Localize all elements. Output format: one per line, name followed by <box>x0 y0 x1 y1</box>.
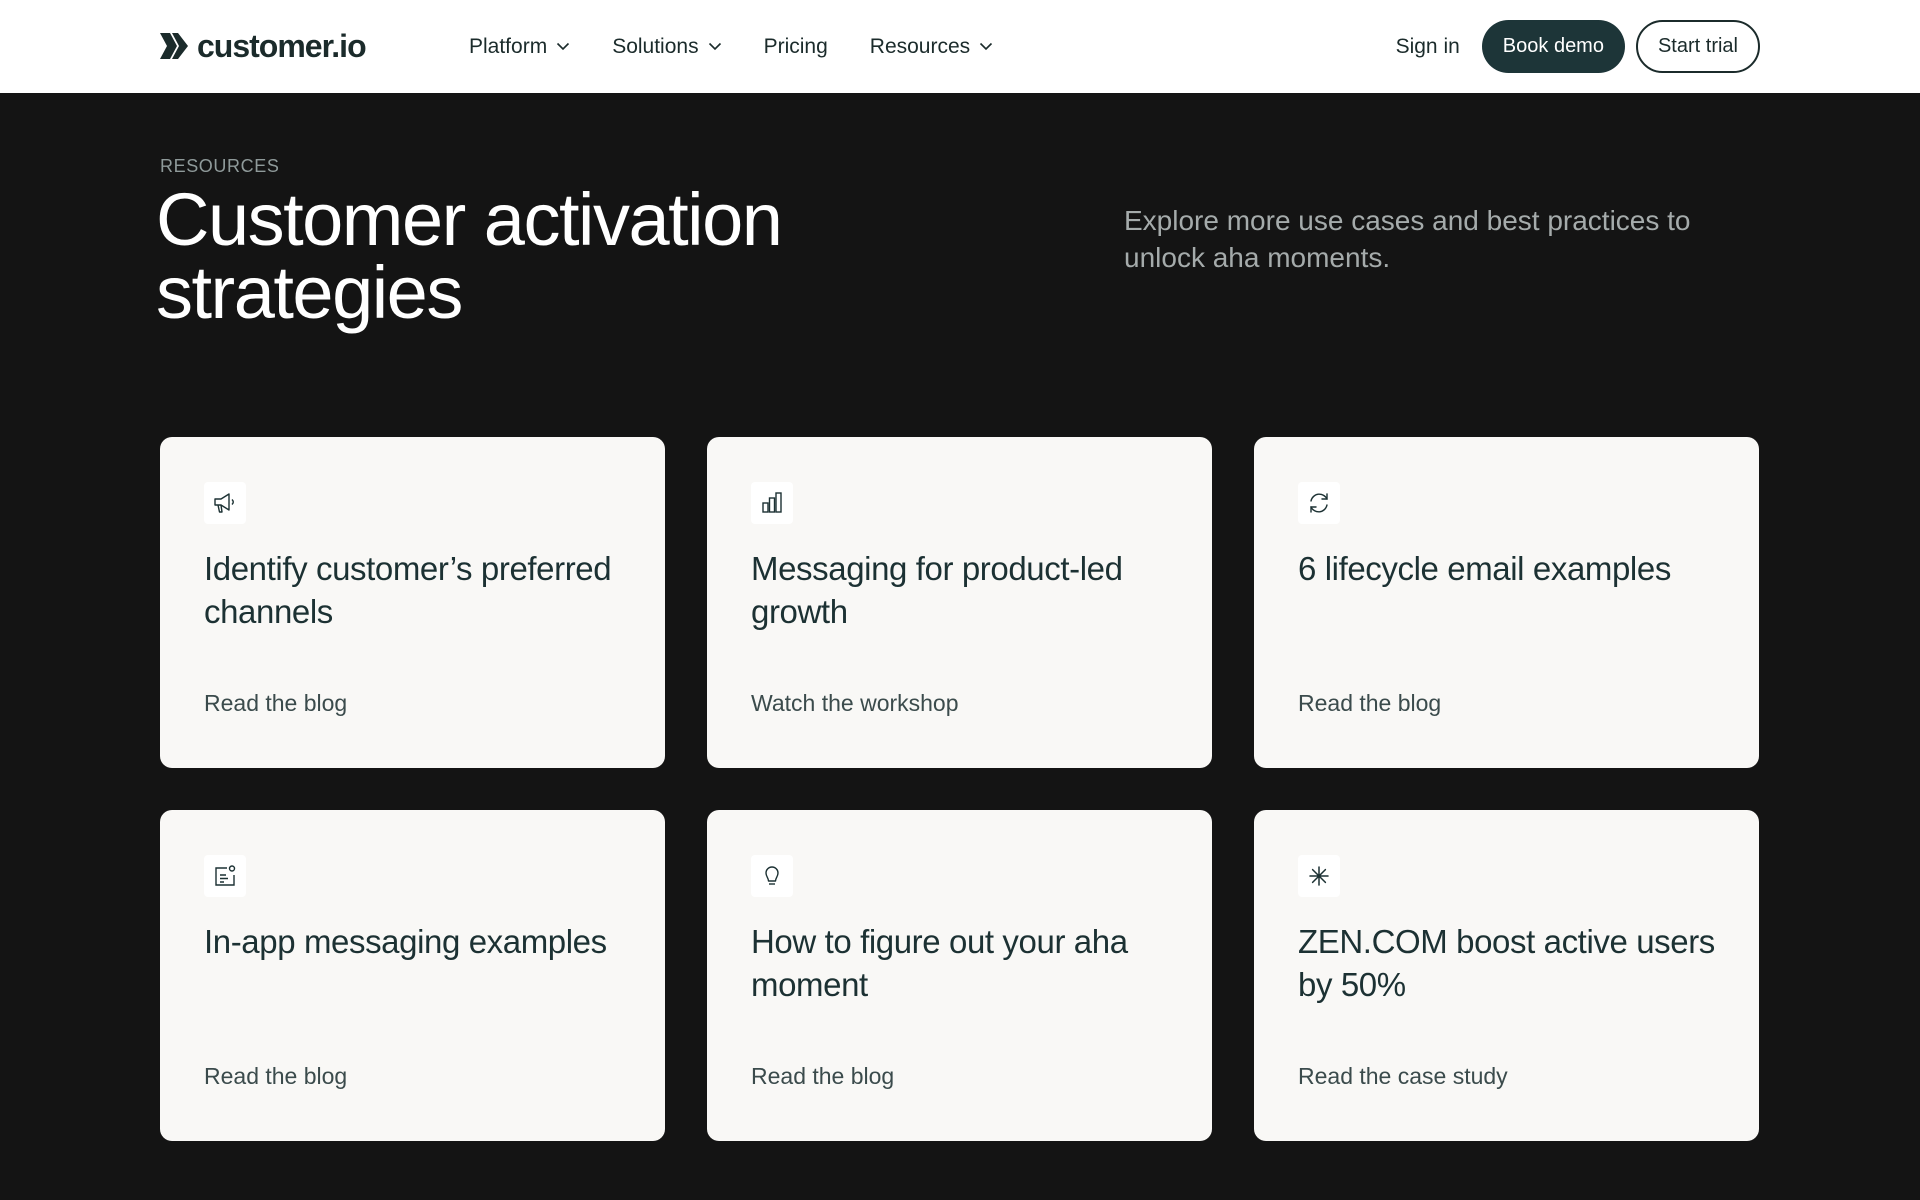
resource-card[interactable]: In-app messaging examples Read the blog <box>160 810 665 1141</box>
card-title: In-app messaging examples <box>204 923 607 960</box>
card-title: How to figure out your aha moment <box>751 923 1128 1003</box>
main-nav: Platform Solutions Pricing Resources <box>469 0 1035 93</box>
card-title: Messaging for product-led growth <box>751 550 1123 630</box>
nav-pricing-label: Pricing <box>763 34 828 58</box>
resource-cards: Identify customer’s preferred channels R… <box>160 437 1760 1141</box>
logo-mark-icon <box>160 33 188 59</box>
card-link[interactable]: Read the blog <box>204 690 347 717</box>
page-subtitle: Explore more use cases and best practice… <box>1124 205 1691 273</box>
header-actions: Sign in Book demo Start trial <box>1396 20 1760 73</box>
bar-chart-icon <box>751 482 793 524</box>
chevron-down-icon <box>980 42 993 51</box>
page-title-line-1: Customer activation <box>156 178 783 261</box>
card-title: ZEN.COM boost active users by 50% <box>1298 923 1715 1003</box>
page-title: Customer activation strategies <box>156 183 1056 330</box>
card-title: Identify customer’s preferred channels <box>204 550 612 630</box>
card-link[interactable]: Read the blog <box>204 1063 347 1090</box>
resource-card[interactable]: ZEN.COM boost active users by 50% Read t… <box>1254 810 1759 1141</box>
start-trial-button[interactable]: Start trial <box>1635 20 1760 73</box>
nav-platform-label: Platform <box>469 34 548 58</box>
page-title-line-2: strategies <box>156 251 463 334</box>
nav-solutions[interactable]: Solutions <box>612 35 721 59</box>
nav-platform[interactable]: Platform <box>469 35 570 59</box>
card-link[interactable]: Read the blog <box>751 1063 894 1090</box>
chevron-down-icon <box>557 42 570 51</box>
in-app-message-icon <box>204 855 246 897</box>
lightbulb-icon <box>751 855 793 897</box>
book-demo-button[interactable]: Book demo <box>1481 20 1625 73</box>
logo-text: customer.io <box>197 27 367 64</box>
site-header: customer.io Platform Solutions Pricing R… <box>0 0 1920 93</box>
sign-in-link[interactable]: Sign in <box>1396 35 1460 59</box>
megaphone-icon <box>204 482 246 524</box>
resource-card[interactable]: Identify customer’s preferred channels R… <box>160 437 665 768</box>
nav-pricing[interactable]: Pricing <box>764 35 828 59</box>
customerio-logo[interactable]: customer.io <box>159 27 367 64</box>
resource-card[interactable]: Messaging for product-led growth Watch t… <box>707 437 1212 768</box>
refresh-icon <box>1298 482 1340 524</box>
card-link[interactable]: Read the case study <box>1298 1063 1508 1090</box>
section-eyebrow: RESOURCES <box>160 156 280 176</box>
nav-resources-label: Resources <box>869 34 971 58</box>
card-link[interactable]: Read the blog <box>1298 690 1441 717</box>
resource-card[interactable]: 6 lifecycle email examples Read the blog <box>1254 437 1759 768</box>
chevron-down-icon <box>708 42 721 51</box>
nav-solutions-label: Solutions <box>612 34 699 58</box>
card-link[interactable]: Watch the workshop <box>751 690 959 717</box>
sparkle-icon <box>1298 855 1340 897</box>
card-title: 6 lifecycle email examples <box>1298 550 1671 587</box>
nav-resources[interactable]: Resources <box>870 35 993 59</box>
resource-card[interactable]: How to figure out your aha moment Read t… <box>707 810 1212 1141</box>
